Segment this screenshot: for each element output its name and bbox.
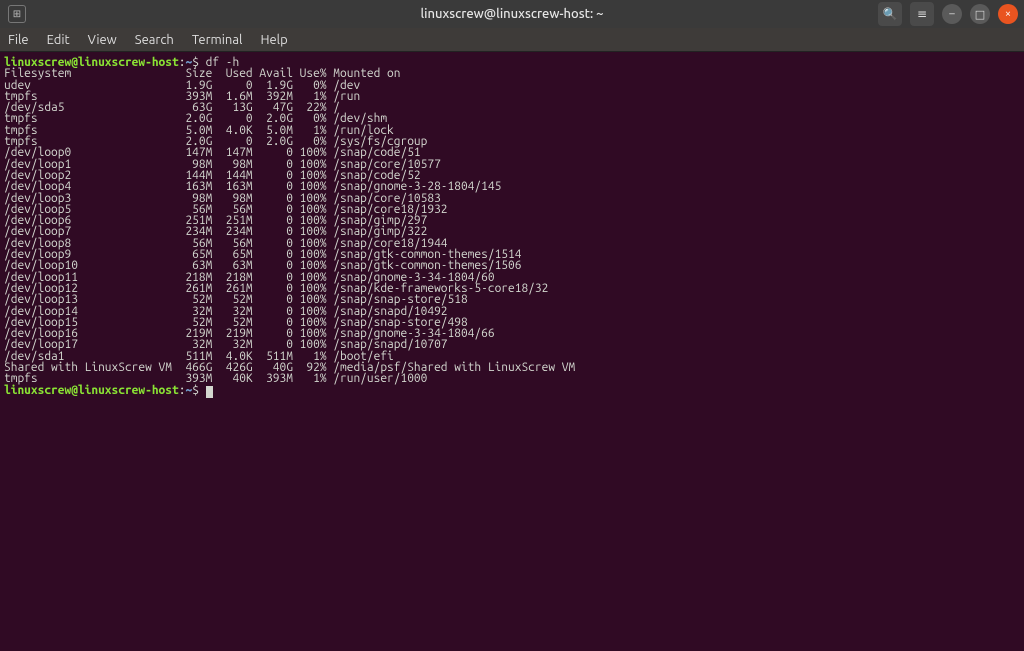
- search-button[interactable]: 🔍: [878, 2, 902, 26]
- menubar: File Edit View Search Terminal Help: [0, 28, 1024, 52]
- menu-search[interactable]: Search: [135, 33, 174, 47]
- maximize-button[interactable]: □: [970, 4, 990, 24]
- cursor: [206, 386, 213, 398]
- menu-help[interactable]: Help: [260, 33, 287, 47]
- menu-terminal[interactable]: Terminal: [192, 33, 243, 47]
- terminal-window: ⊞ linuxscrew@linuxscrew-host: ~ 🔍 ≡ – □ …: [0, 0, 1024, 651]
- menu-file[interactable]: File: [8, 33, 29, 47]
- window-title: linuxscrew@linuxscrew-host: ~: [0, 7, 1024, 21]
- terminal-output[interactable]: linuxscrew@linuxscrew-host:~$ df -h File…: [0, 52, 1024, 651]
- titlebar: ⊞ linuxscrew@linuxscrew-host: ~ 🔍 ≡ – □ …: [0, 0, 1024, 28]
- minimize-button[interactable]: –: [942, 4, 962, 24]
- menu-edit[interactable]: Edit: [47, 33, 70, 47]
- new-tab-icon[interactable]: ⊞: [8, 5, 26, 23]
- close-button[interactable]: ×: [998, 4, 1018, 24]
- hamburger-menu-button[interactable]: ≡: [910, 2, 934, 26]
- menu-view[interactable]: View: [88, 33, 117, 47]
